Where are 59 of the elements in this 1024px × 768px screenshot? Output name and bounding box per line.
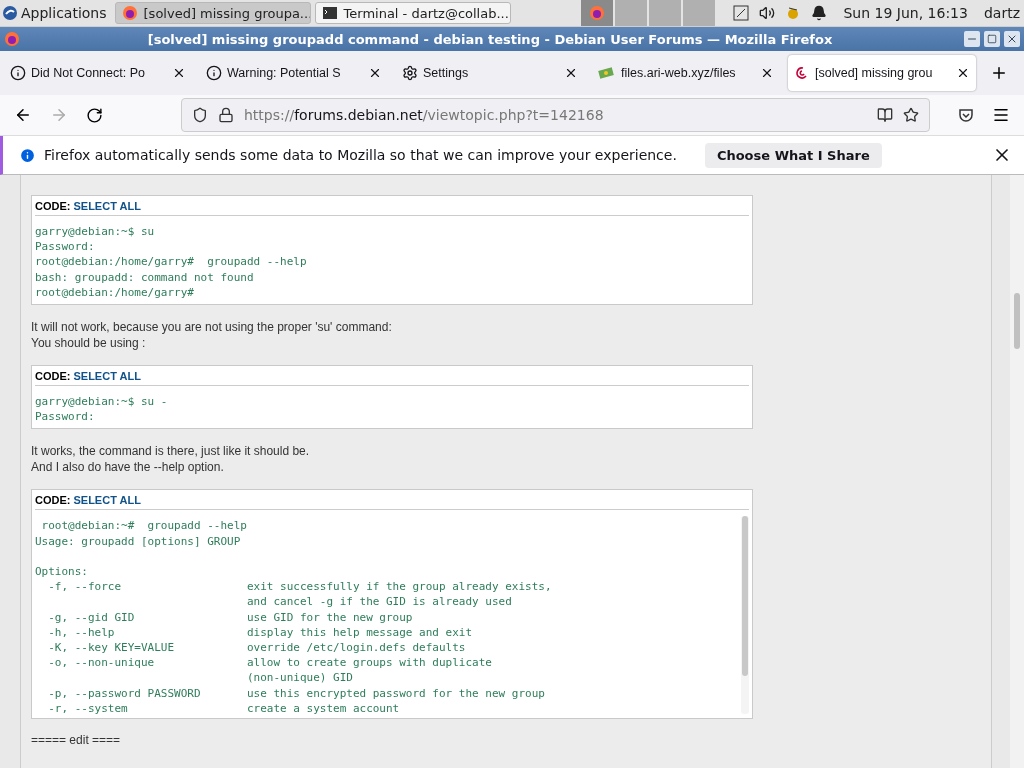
volume-icon[interactable] [759,5,776,21]
shield-icon [192,107,208,123]
window-title: [solved] missing groupadd command - debian testing - Debian User Forums — Mozilla Firefox [146,31,834,47]
close-tab-icon[interactable] [564,66,578,80]
settings-icon [402,65,418,81]
bookmark-star-icon[interactable] [903,107,919,123]
maximize-icon [987,34,997,44]
firefox-icon [4,31,20,47]
reader-view-icon[interactable] [877,107,893,123]
close-tab-icon[interactable] [368,66,382,80]
close-button[interactable] [1004,31,1020,47]
browser-tab[interactable]: Settings [396,55,584,91]
page-scrollbar[interactable] [1010,175,1024,768]
menu-icon[interactable] [992,106,1010,124]
money-icon [598,66,616,80]
terminal-icon [321,5,338,21]
select-all-link[interactable]: SELECT ALL [73,200,141,212]
close-tab-icon[interactable] [956,66,970,80]
info-icon [10,65,26,81]
back-icon[interactable] [14,106,32,124]
code-label: CODE: [35,494,71,507]
code-scrollbar[interactable] [741,516,749,715]
browser-tab[interactable]: [solved] missing grou [788,55,976,91]
code-text: garry@debian:~$ su - Password: [35,394,169,425]
choose-what-i-share-button[interactable]: Choose What I Share [704,142,882,168]
code-label: CODE: [35,200,71,212]
firefox-icon [121,5,138,21]
applications-menu[interactable]: Applications [0,5,111,21]
browser-tab[interactable]: Did Not Connect: Po [4,55,192,91]
code-label: CODE: [35,370,71,382]
notification-message: Firefox automatically sends some data to Mozilla so that we can improve your experience. [44,147,677,163]
select-all-link[interactable]: SELECT ALL [73,370,141,382]
notification-bell-icon[interactable] [811,5,828,21]
browser-tab[interactable]: files.ari-web.xyz/files [592,55,780,91]
new-tab-icon[interactable] [990,64,1008,82]
post-text: It works, the command is there, just like it should be. And I also do have the --help option. [31,443,311,476]
network-icon[interactable] [733,5,750,21]
firefox-icon [589,5,606,21]
clock[interactable]: Sun 19 Jun, 16:13 [843,5,968,21]
info-icon [19,146,36,164]
workspace-button[interactable] [581,0,614,26]
close-tab-icon[interactable] [172,66,186,80]
user-name[interactable]: dartz [983,5,1020,21]
post-text: It will not work, because you are not using the proper 'su' command: You should be using : [31,319,393,351]
browser-tab[interactable]: Warning: Potential S [200,55,388,91]
select-all-link[interactable]: SELECT ALL [73,494,141,507]
code-text: root@debian:~# groupadd --help Usage: groupadd [options] GROUP Options: -f, --force exit successfully if the group already exists, and cancel -g if the GID is already used -g, --gid GID use GID for the new group -h, --help display this help message and exit -K, --key KEY=VALUE override /etc/login.defs defaults -o, --non-unique allow to create groups with duplicate (non-unique) GID -p, --password PASSWORD use this encrypted password for the new group -r, --system create a system account [35,518,553,715]
reload-icon[interactable] [86,106,103,124]
address-bar[interactable]: https://forums.debian.net/viewtopic.php?t=142168 [181,98,930,132]
apps-logo-icon [2,5,18,21]
close-icon [1006,33,1018,45]
post-text: ===== edit ==== [31,733,122,748]
close-tab-icon[interactable] [760,66,774,80]
info-icon [206,65,222,81]
code-text: garry@debian:~$ su Password: root@debian:/home/garry# groupadd --help bash: groupadd: command not found root@debian:/home/garry# [35,224,308,300]
lock-icon [218,107,234,123]
pocket-icon[interactable] [958,107,974,123]
swirl-icon [794,65,810,81]
taskbar-window-button[interactable]: Terminal - dartz@collab... [314,2,511,24]
